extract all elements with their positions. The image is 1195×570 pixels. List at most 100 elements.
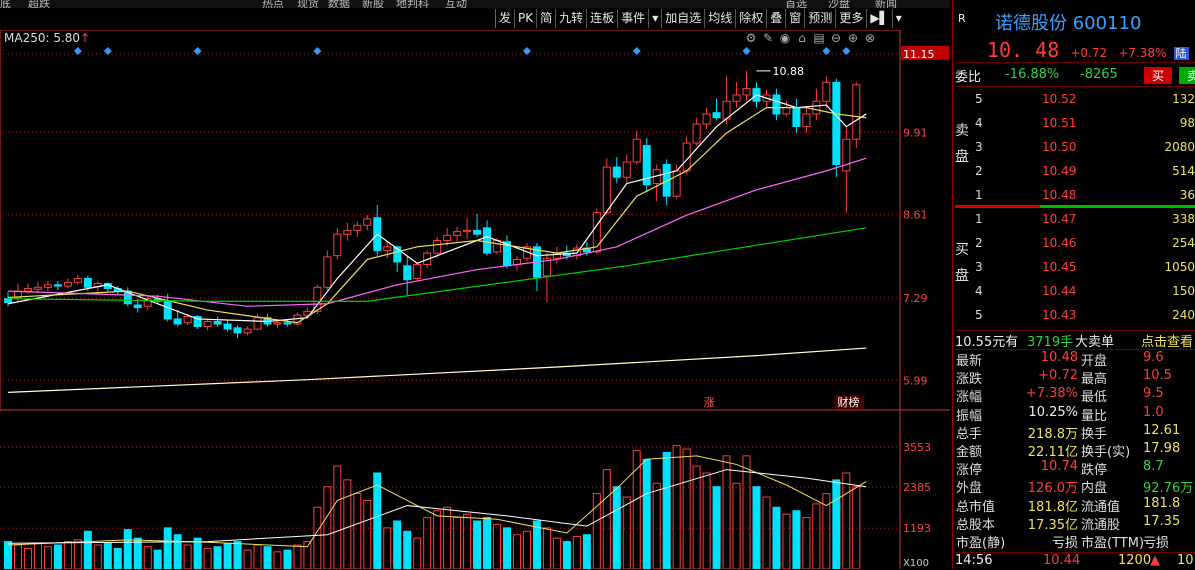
level-price: 10.52 <box>1042 92 1077 106</box>
toolbar-lianban-button[interactable]: 连板 <box>586 9 618 28</box>
candle-body <box>333 233 342 257</box>
candle-body <box>163 300 172 320</box>
top-menu-item[interactable]: 沙盘 <box>828 0 850 8</box>
quote-value: +7.38% <box>1025 386 1078 402</box>
volume-bar <box>53 544 62 569</box>
asks-level-row[interactable]: 3 10.50 2080 <box>955 140 1195 160</box>
candle-body <box>413 264 422 279</box>
volume-bar <box>473 520 482 569</box>
big-deal-row: 10.55元有 3719手 大卖单 点击查看 <box>955 330 1195 350</box>
top-menu-item[interactable]: 热点 <box>262 0 284 8</box>
candle-body <box>63 281 72 287</box>
quote-value: 亏损 <box>1051 536 1078 551</box>
toolbar-fa-button[interactable]: 发 <box>495 9 515 28</box>
weibi-label: 委比 <box>955 70 982 85</box>
toolbar-chuquan-button[interactable]: 除权 <box>735 9 767 28</box>
volume-bar <box>403 530 412 569</box>
quote-label: 换手(实) <box>1081 445 1131 460</box>
tick-time: 14:56 <box>955 553 993 568</box>
toolbar-expand-button[interactable]: ▶▌ <box>866 9 892 28</box>
top-menu-item[interactable]: 现货 <box>297 0 319 8</box>
top-menu-item[interactable]: 互动 <box>445 0 467 8</box>
candle-body <box>473 229 482 235</box>
quote-row: 市盈(静) 亏损 市盈(TTM) 亏损 <box>955 532 1195 551</box>
toolbar-shijian-button[interactable]: 事件 <box>617 9 649 28</box>
candle-body <box>363 218 372 226</box>
toolbar-jiuzhuan-button[interactable]: 九转 <box>555 9 587 28</box>
toolbar-chuang-button[interactable]: 窗 <box>785 9 805 28</box>
level-price: 10.46 <box>1042 236 1077 250</box>
top-menu-item[interactable]: 超跌 <box>28 0 50 8</box>
level-volume: 150 <box>1172 284 1195 298</box>
quote-label: 金额 <box>956 445 983 460</box>
volume-bar <box>163 527 172 569</box>
top-menu-item[interactable]: 首选 <box>785 0 807 8</box>
asks-level-row[interactable]: 5 10.52 132 <box>955 92 1195 112</box>
price-panel-frame <box>0 30 901 411</box>
toolbar-jiazixuan-button[interactable]: 加自选 <box>661 9 705 28</box>
volume-bar <box>113 547 122 569</box>
quote-value: 10.25% <box>1028 404 1078 420</box>
quote-row: 涨停 10.74 跌停 8.7 <box>955 459 1195 479</box>
bids-level-row[interactable]: 5 10.43 240 <box>955 308 1195 328</box>
volume-bar <box>423 517 432 569</box>
volume-bar <box>253 544 262 569</box>
quote-row: 涨幅 +7.38% 最低 9.5 <box>955 386 1195 405</box>
bids-level-row[interactable]: 1 10.47 338 <box>955 212 1195 232</box>
candle-body <box>702 113 711 125</box>
chart-toolbar: 发 PK 简九转 连板 事件 ▾ 加自选 均线 除权叠窗预测 更多 ▶▌ ▾ <box>495 9 905 29</box>
volume-bar <box>762 496 771 569</box>
toolbar-junxian-button[interactable]: 均线 <box>704 9 736 28</box>
top-menu-item[interactable]: 地判科 <box>396 0 429 8</box>
level-price: 10.49 <box>1042 164 1077 178</box>
price-change: +0.72 <box>1070 46 1108 60</box>
quote-label: 最高 <box>1081 372 1108 388</box>
candle-body <box>383 246 392 252</box>
toolbar-dropdown-button[interactable]: ▾ <box>891 9 905 28</box>
top-menu-item[interactable]: 数据 <box>328 0 350 8</box>
quote-value: 17.35 <box>1143 513 1181 529</box>
volume-bar <box>562 541 571 569</box>
deal-amount: 10.55元有 <box>955 335 1019 350</box>
quote-label: 开盘 <box>1081 354 1108 369</box>
top-menu-item[interactable]: 底 <box>0 0 11 8</box>
quote-label: 涨停 <box>956 463 983 479</box>
asks-level-row[interactable]: 4 10.51 98 <box>955 116 1195 136</box>
kline-chart[interactable]: 11.159.918.617.295.9911.15355323851193X1… <box>0 30 952 569</box>
toolbar-pk-button[interactable]: PK <box>514 9 537 28</box>
toolbar-gengduo-button[interactable]: 更多 <box>835 9 867 28</box>
candle-body <box>203 320 212 328</box>
volume-bar <box>672 445 681 569</box>
volume-bar <box>622 496 631 569</box>
level-volume: 1050 <box>1164 260 1195 274</box>
asks-level-row[interactable]: 2 10.49 514 <box>955 164 1195 184</box>
bids-level-row[interactable]: 2 10.46 254 <box>955 236 1195 256</box>
volume-unit-label: X100 <box>903 558 929 569</box>
toolbar-menu-button[interactable]: ▾ <box>648 9 662 28</box>
volume-bar <box>752 486 761 569</box>
tick-price: 10.44 <box>1043 553 1081 568</box>
candle-body <box>792 107 801 128</box>
buy-button[interactable]: 买 <box>1144 67 1173 84</box>
volume-bar <box>692 465 701 569</box>
toolbar-die-button[interactable]: 叠 <box>766 9 786 28</box>
toolbar-jian-button[interactable]: 简 <box>536 9 556 28</box>
quote-value: 10.5 <box>1143 368 1172 384</box>
top-menu-item[interactable]: 新股 <box>362 0 384 8</box>
level-number: 4 <box>975 116 983 130</box>
event-marker-icon <box>632 47 641 55</box>
quote-row: 最新 10.48 开盘 9.6 <box>955 350 1195 369</box>
sell-button[interactable]: 卖 <box>1179 67 1195 84</box>
bids-level-row[interactable]: 4 10.44 150 <box>955 284 1195 304</box>
volume-bar <box>123 529 132 569</box>
candle-body <box>453 231 462 236</box>
toolbar-yuce-button[interactable]: 预测 <box>804 9 836 28</box>
price-row: 10. 48 +0.72 +7.38% 陆 <box>987 38 1189 62</box>
volume-bar <box>772 506 781 569</box>
deal-view-link[interactable]: 点击查看 <box>1141 331 1193 350</box>
level-price: 10.44 <box>1042 284 1077 298</box>
bids-level-row[interactable]: 3 10.45 1050 <box>955 260 1195 280</box>
level-price: 10.48 <box>1042 188 1077 202</box>
top-menu-item[interactable]: 新闻 <box>875 0 897 8</box>
volume-bar <box>742 455 751 569</box>
